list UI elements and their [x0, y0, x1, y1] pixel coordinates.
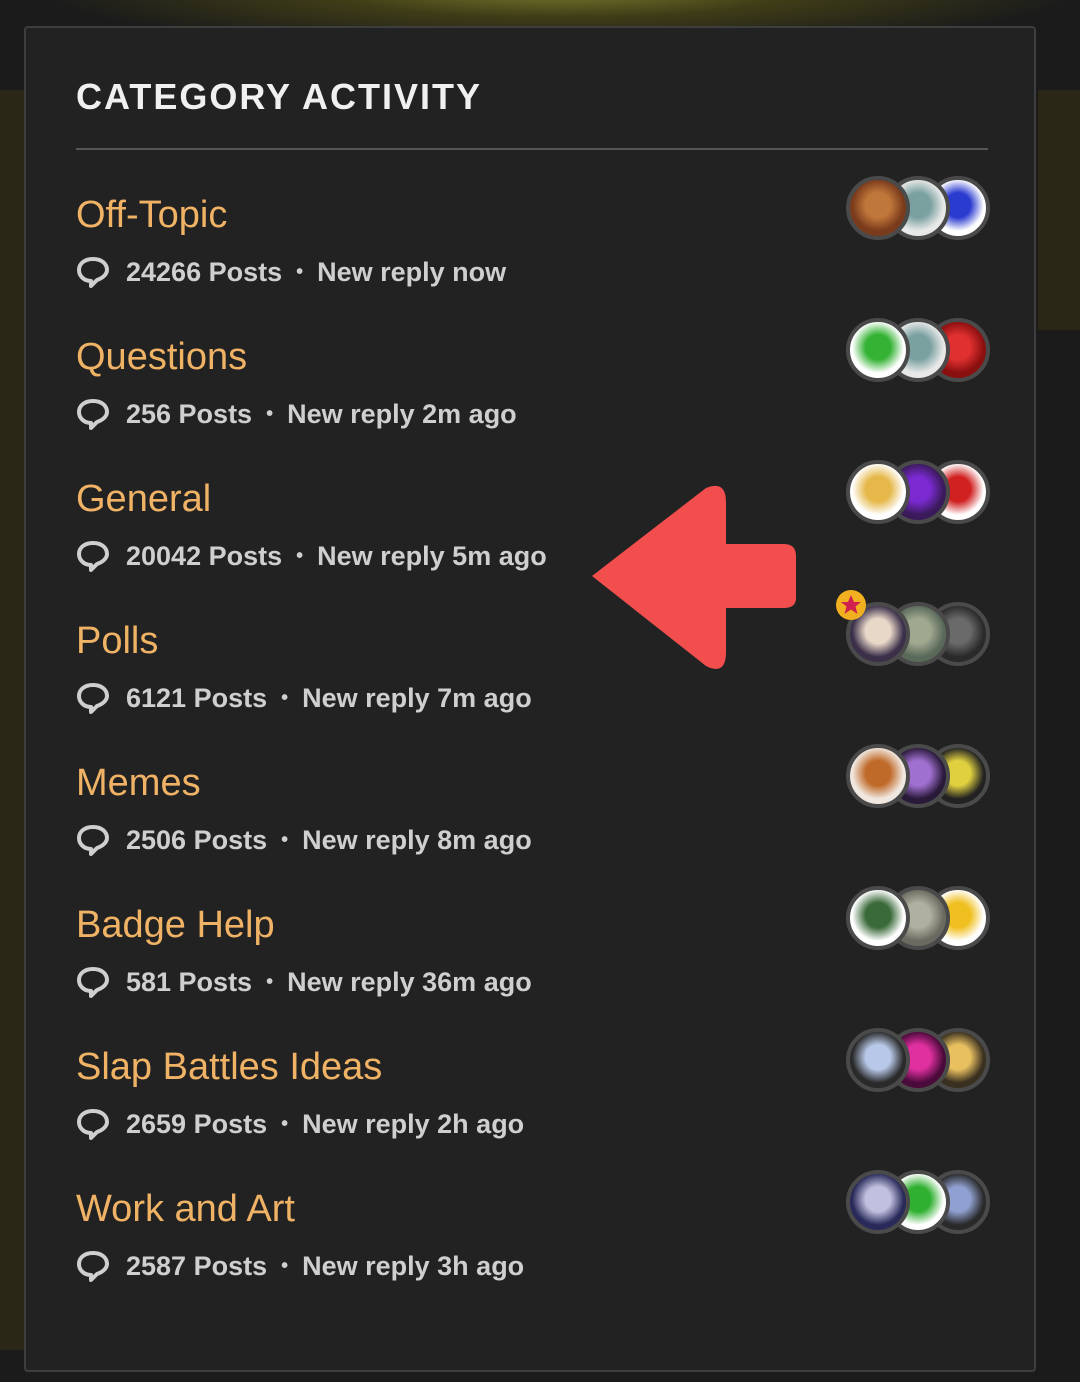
- avatar[interactable]: [846, 318, 910, 382]
- separator-dot: •: [281, 1254, 289, 1277]
- speech-bubble-icon: [77, 683, 109, 714]
- post-count: 24266 Posts: [126, 256, 283, 287]
- post-count: 6121 Posts: [126, 682, 268, 713]
- recent-posters: [836, 590, 990, 668]
- background-strip-right: [1038, 90, 1080, 330]
- category-row[interactable]: Questions 256 Posts • New reply 2m ago: [76, 318, 990, 462]
- category-activity-panel: CATEGORY ACTIVITY Off-Topic 24266 Posts • N…: [24, 26, 1036, 1372]
- recent-posters: [846, 886, 990, 952]
- category-name-link[interactable]: Off-Topic: [76, 190, 227, 240]
- category-meta: 2506 Posts • New reply 8m ago: [76, 820, 532, 860]
- separator-dot: •: [266, 402, 274, 425]
- category-name-link[interactable]: General: [76, 474, 211, 524]
- background-strip-left: [0, 90, 24, 1350]
- category-meta: 2659 Posts • New reply 2h ago: [76, 1104, 524, 1144]
- category-name-link[interactable]: Slap Battles Ideas: [76, 1042, 382, 1092]
- avatar[interactable]: [846, 176, 910, 240]
- category-meta: 24266 Posts • New reply now: [76, 252, 506, 292]
- separator-dot: •: [296, 260, 304, 283]
- recent-posters: [846, 460, 990, 526]
- category-name-link[interactable]: Memes: [76, 758, 201, 808]
- category-name-link[interactable]: Badge Help: [76, 900, 275, 950]
- post-count: 2506 Posts: [126, 824, 268, 855]
- recent-posters: [846, 1170, 990, 1236]
- panel-title: CATEGORY ACTIVITY: [76, 76, 483, 117]
- last-reply: New reply 3h ago: [302, 1250, 525, 1281]
- separator-dot: •: [266, 970, 274, 993]
- speech-bubble-icon: [77, 541, 109, 572]
- last-reply: New reply 7m ago: [302, 682, 532, 713]
- avatar[interactable]: [846, 886, 910, 950]
- last-reply: New reply 8m ago: [302, 824, 532, 855]
- category-meta: 20042 Posts • New reply 5m ago: [76, 536, 547, 576]
- speech-bubble-icon: [77, 825, 109, 856]
- recent-posters: [846, 744, 990, 810]
- category-meta: 256 Posts • New reply 2m ago: [76, 394, 517, 434]
- category-name-link[interactable]: Questions: [76, 332, 247, 382]
- separator-dot: •: [281, 1112, 289, 1135]
- post-count: 256 Posts: [126, 398, 253, 429]
- post-count: 2659 Posts: [126, 1108, 268, 1139]
- separator-dot: •: [281, 686, 289, 709]
- category-meta: 6121 Posts • New reply 7m ago: [76, 678, 532, 718]
- category-name-link[interactable]: Polls: [76, 616, 158, 666]
- category-row[interactable]: Polls 6121 Posts • New reply 7m ago: [76, 590, 990, 746]
- speech-bubble-icon: [77, 1109, 109, 1140]
- speech-bubble-icon: [77, 967, 109, 998]
- last-reply: New reply now: [317, 256, 507, 287]
- category-row[interactable]: Work and Art 2587 Posts • New reply 3h ago: [76, 1170, 990, 1314]
- speech-bubble-icon: [77, 257, 109, 288]
- speech-bubble-icon: [77, 399, 109, 430]
- recent-posters: [846, 176, 990, 242]
- category-row[interactable]: Memes 2506 Posts • New reply 8m ago: [76, 744, 990, 888]
- recent-posters: [846, 1028, 990, 1094]
- avatar[interactable]: [846, 1170, 910, 1234]
- recent-posters: [846, 318, 990, 384]
- avatar[interactable]: [846, 460, 910, 524]
- star-flair-icon: [836, 590, 866, 620]
- avatar[interactable]: [846, 744, 910, 808]
- speech-bubble-icon: [77, 1251, 109, 1282]
- last-reply: New reply 2m ago: [287, 398, 517, 429]
- left-arrow-annotation: [592, 485, 796, 669]
- separator-dot: •: [281, 828, 289, 851]
- category-meta: 2587 Posts • New reply 3h ago: [76, 1246, 524, 1286]
- category-row[interactable]: General 20042 Posts • New reply 5m ago: [76, 460, 990, 604]
- last-reply: New reply 2h ago: [302, 1108, 525, 1139]
- post-count: 2587 Posts: [126, 1250, 268, 1281]
- category-row[interactable]: Badge Help 581 Posts • New reply 36m ago: [76, 886, 990, 1030]
- title-divider: [76, 148, 988, 150]
- avatar[interactable]: [846, 1028, 910, 1092]
- post-count: 581 Posts: [126, 966, 253, 997]
- category-meta: 581 Posts • New reply 36m ago: [76, 962, 532, 1002]
- separator-dot: •: [296, 544, 304, 567]
- last-reply: New reply 36m ago: [287, 966, 532, 997]
- last-reply: New reply 5m ago: [317, 540, 547, 571]
- category-name-link[interactable]: Work and Art: [76, 1184, 295, 1234]
- category-row[interactable]: Off-Topic 24266 Posts • New reply now: [76, 176, 990, 320]
- category-row[interactable]: Slap Battles Ideas 2659 Posts • New reply 2…: [76, 1028, 990, 1172]
- post-count: 20042 Posts: [126, 540, 283, 571]
